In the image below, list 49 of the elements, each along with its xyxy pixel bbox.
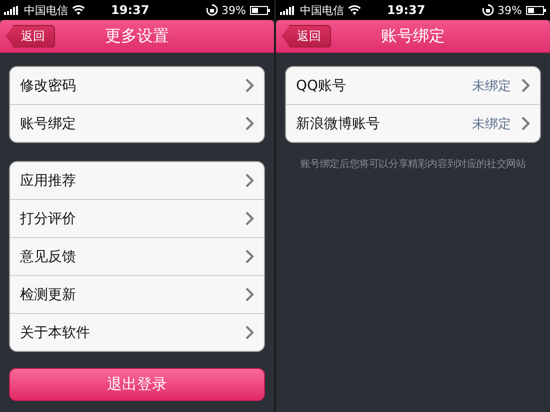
row-value: 未绑定 [472, 116, 511, 132]
battery-icon [526, 6, 546, 14]
row-label: 打分评价 [20, 210, 77, 228]
row-label: 新浪微博账号 [296, 114, 381, 132]
chevron-icon [521, 78, 530, 93]
settings-row[interactable]: 账号绑定 [10, 105, 264, 142]
row-label: 意见反馈 [20, 248, 77, 266]
settings-row[interactable]: 新浪微博账号 未绑定 [286, 105, 540, 142]
chevron-icon [245, 211, 254, 226]
row-label: 账号绑定 [20, 114, 77, 132]
carrier-name: 中国电信 [24, 2, 68, 18]
rotation-lock-icon [482, 4, 494, 16]
settings-row[interactable]: 关于本软件 [10, 314, 264, 351]
battery-icon [250, 6, 270, 14]
row-label: QQ账号 [296, 76, 348, 94]
wifi-icon [348, 5, 361, 15]
chevron-icon [245, 249, 254, 264]
row-label: 应用推荐 [20, 172, 77, 190]
battery-percent: 39% [222, 4, 246, 16]
clock-time: 19:37 [111, 3, 150, 17]
screen-title: 更多设置 [105, 26, 169, 46]
chevron-icon [245, 78, 254, 93]
settings-row[interactable]: 打分评价 [10, 200, 264, 238]
settings-row[interactable]: 意见反馈 [10, 238, 264, 276]
battery-percent: 39% [498, 4, 522, 16]
chevron-icon [245, 287, 254, 302]
chevron-icon [245, 173, 254, 188]
back-button[interactable]: 返回 [6, 24, 55, 48]
row-value: 未绑定 [472, 78, 511, 94]
screen-title: 账号绑定 [381, 26, 445, 46]
signal-icon [4, 6, 20, 14]
back-button[interactable]: 返回 [282, 24, 331, 48]
chevron-icon [521, 116, 530, 131]
wifi-icon [72, 5, 85, 15]
settings-row[interactable]: 检测更新 [10, 276, 264, 314]
chevron-icon [245, 325, 254, 340]
clock-time: 19:37 [387, 3, 426, 17]
chevron-icon [245, 116, 254, 131]
logout-button[interactable]: 退出登录 [9, 368, 265, 401]
row-label: 关于本软件 [20, 324, 91, 342]
row-label: 检测更新 [20, 286, 77, 304]
carrier-name: 中国电信 [300, 2, 344, 18]
settings-row[interactable]: 应用推荐 [10, 162, 264, 200]
settings-row[interactable]: 修改密码 [10, 67, 264, 105]
row-label: 修改密码 [20, 76, 77, 94]
rotation-lock-icon [206, 4, 218, 16]
settings-row[interactable]: QQ账号 未绑定 [286, 67, 540, 105]
hint-text: 账号绑定后您将可以分享精彩内容到对应的社交网站 [299, 158, 527, 171]
signal-icon [280, 6, 296, 14]
